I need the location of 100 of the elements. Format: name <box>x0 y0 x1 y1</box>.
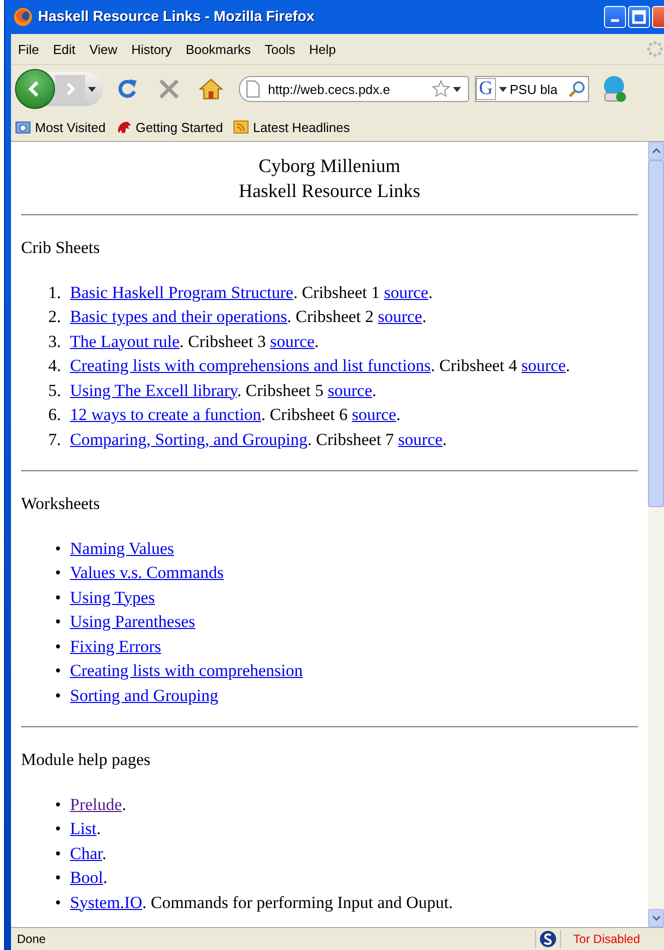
list-item: Creating lists with comprehensions and list functions. Cribsheet 4 source. <box>70 355 570 377</box>
list-marker: • <box>54 867 62 889</box>
link[interactable]: Using Types <box>70 588 155 606</box>
link[interactable]: source <box>398 430 443 448</box>
list-marker: • <box>54 660 62 682</box>
link[interactable]: source <box>328 380 372 400</box>
list-item: Prelude. <box>70 794 126 816</box>
link[interactable]: Basic types and their operations <box>70 307 288 326</box>
menu-item[interactable]: History <box>124 40 179 58</box>
throbber-icon <box>646 40 664 58</box>
list-marker: 3. <box>47 330 62 352</box>
bookmark-item[interactable]: Most Visited <box>15 119 106 135</box>
link[interactable]: The Layout rule <box>70 332 180 350</box>
minimize-icon <box>611 19 619 22</box>
maximize-icon <box>631 9 647 25</box>
list-item: Comparing, Sorting, and Grouping. Cribsheet 7 source. <box>70 428 447 451</box>
link[interactable]: Bool <box>70 868 104 887</box>
link[interactable]: Sorting and Grouping <box>70 686 218 704</box>
link[interactable]: Creating lists with comprehension <box>70 661 303 680</box>
bookmark-item[interactable]: Getting Started <box>116 119 224 135</box>
address-field[interactable]: http://web.cecs.pdx.e <box>239 76 469 102</box>
list-item: List. <box>70 818 101 840</box>
list-marker: 7. <box>47 428 62 450</box>
link[interactable]: Using Parentheses <box>70 612 196 631</box>
link[interactable]: Creating lists with comprehensions and list functions <box>70 356 431 375</box>
link[interactable]: source <box>270 332 315 350</box>
search-field[interactable]: G PSU bla <box>475 76 589 102</box>
menu-item[interactable]: Edit <box>46 40 82 58</box>
link[interactable]: Comparing, Sorting, and Grouping <box>70 430 308 448</box>
list-marker: • <box>54 562 62 584</box>
caret-up-icon[interactable] <box>652 148 660 154</box>
list-item: Basic Haskell Program Structure. Cribsheet 1 source. <box>70 282 433 304</box>
close-button[interactable] <box>652 6 664 28</box>
list-marker: • <box>54 794 62 816</box>
maximize-button[interactable] <box>628 6 650 28</box>
page-icon <box>246 80 260 98</box>
s-logo-icon[interactable] <box>539 930 558 948</box>
dropdown-icon[interactable] <box>453 86 461 92</box>
page-title: Cyborg Millenium <box>258 155 402 179</box>
list-marker: 5. <box>47 380 62 402</box>
link[interactable]: Prelude <box>70 794 122 814</box>
stop-icon[interactable] <box>157 77 181 101</box>
feed-folder-icon <box>233 119 250 135</box>
home-icon[interactable] <box>199 77 223 101</box>
back-button[interactable] <box>15 69 55 109</box>
creature-icon <box>116 119 132 135</box>
link[interactable]: source <box>521 356 566 375</box>
link[interactable]: Using The Excell library <box>70 380 238 400</box>
window-title: Haskell Resource Links - Mozilla Firefox <box>38 9 314 25</box>
list-item: Bool. <box>70 867 108 889</box>
scrollbar[interactable] <box>648 142 664 927</box>
search-icon[interactable] <box>568 80 586 98</box>
list-marker: 4. <box>47 355 62 377</box>
dropdown-icon[interactable] <box>498 86 507 92</box>
list-item: The Layout rule. Cribsheet 3 source. <box>70 330 319 353</box>
link[interactable]: source <box>352 405 396 424</box>
section-heading: Crib Sheets <box>21 237 101 259</box>
link[interactable]: Char <box>70 844 102 862</box>
list-marker: 2. <box>47 306 62 328</box>
link[interactable]: System.IO <box>70 892 142 912</box>
tor-status[interactable]: Tor Disabled <box>561 932 664 946</box>
list-marker: • <box>54 636 62 658</box>
caret-down-icon[interactable] <box>652 915 660 921</box>
list-marker: • <box>54 586 62 608</box>
link[interactable]: source <box>378 307 422 326</box>
list-marker: • <box>54 611 62 633</box>
menu-item[interactable]: View <box>82 40 124 58</box>
list-item: Using The Excell library. Cribsheet 5 source. <box>70 380 376 402</box>
list-item: Char. <box>70 842 106 864</box>
menu-item[interactable]: Tools <box>258 40 302 58</box>
list-item: 12 ways to create a function. Cribsheet 6 source. <box>70 404 400 426</box>
link[interactable]: source <box>384 282 428 302</box>
scroll-thumb[interactable] <box>648 160 664 507</box>
status-text: Done <box>16 932 46 946</box>
link[interactable]: Naming Values <box>70 538 174 558</box>
menu-item[interactable]: Bookmarks <box>178 40 258 58</box>
link[interactable]: Basic Haskell Program Structure <box>70 282 294 302</box>
bookmark-item[interactable]: Latest Headlines <box>233 119 350 135</box>
list-item: Basic types and their operations. Cribsheet 2 source. <box>70 306 426 328</box>
page-title: Haskell Resource Links <box>238 180 422 204</box>
dropdown-icon[interactable] <box>88 86 96 92</box>
search-engine-button[interactable]: G <box>476 78 496 100</box>
bookmark-folder-icon <box>15 119 31 135</box>
list-marker: • <box>54 842 62 864</box>
firefox-icon <box>13 7 33 27</box>
star-icon[interactable] <box>432 80 450 98</box>
link[interactable]: List <box>70 819 96 838</box>
link[interactable]: 12 ways to create a function <box>70 405 262 424</box>
list-marker: • <box>54 818 62 840</box>
section-heading: Module help pages <box>21 749 152 771</box>
list-marker: 6. <box>47 404 62 426</box>
menu-item[interactable]: File <box>11 40 46 58</box>
menu-item[interactable]: Help <box>302 40 343 58</box>
list-marker: • <box>54 684 62 706</box>
link[interactable]: Fixing Errors <box>70 636 162 656</box>
list-item: System.IO. Commands for performing Input and Ouput. <box>70 892 453 914</box>
link[interactable]: Values v.s. Commands <box>70 563 224 582</box>
list-marker: • <box>54 892 62 914</box>
minimize-button[interactable] <box>604 6 626 28</box>
chevron-right-icon <box>66 82 74 96</box>
